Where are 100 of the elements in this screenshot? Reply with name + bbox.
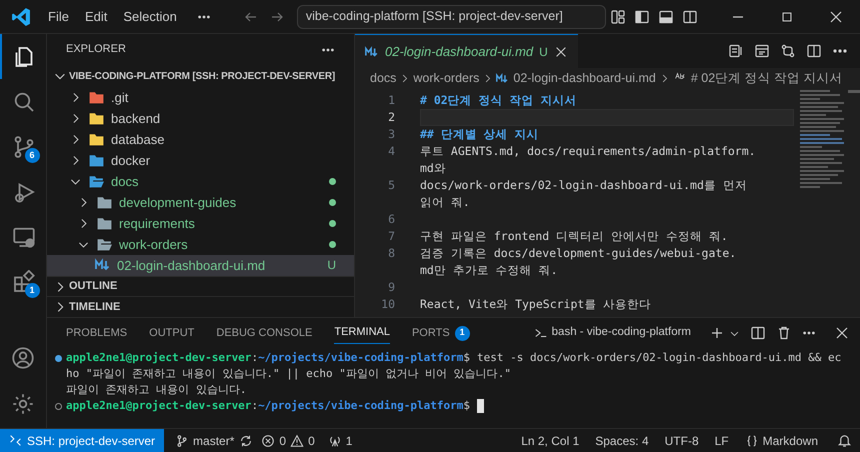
cursor-position[interactable]: Ln 2, Col 1: [516, 432, 584, 450]
scrollbar-thumb[interactable]: [848, 90, 860, 93]
count-badge: 1: [454, 326, 470, 340]
split-layout-icon[interactable]: [682, 8, 698, 24]
workspace-root-label[interactable]: VIBE-CODING-PLATFORM [SSH: PROJECT-DEV-SERVER]: [69, 68, 336, 84]
markdown-heading: # 02단계 정식 작업 지시서: [420, 92, 578, 109]
app-logo-icon: [10, 6, 32, 28]
open-preview-icon[interactable]: [754, 43, 770, 59]
panel-tab[interactable]: TERMINAL: [334, 322, 390, 344]
breadcrumb-item[interactable]: work-orders: [413, 68, 480, 88]
folder-name[interactable]: docs: [111, 172, 138, 192]
code-line: React, Vite와 TypeScript를 사용한다: [420, 296, 652, 313]
warning-icon: [290, 434, 304, 448]
compare-icon[interactable]: [780, 43, 796, 59]
line-number: 10: [380, 296, 396, 313]
markdown-file-icon: [365, 44, 379, 58]
terminal-command: ho "파일이 존재하고 내용이 있습니다." || echo "파일이 없거나 비어 있습니다.": [65, 366, 512, 382]
ports-indicator[interactable]: 1: [322, 432, 358, 450]
line-number: 4: [387, 143, 396, 160]
terminal-command: test -s docs/work-orders/02-login-dashboard-ui.md && ec: [477, 350, 842, 366]
menu-item[interactable]: Edit: [76, 4, 116, 28]
terminal-separator: :: [251, 398, 258, 414]
split-terminal-icon[interactable]: [750, 325, 766, 341]
menu-item[interactable]: Selection: [115, 4, 185, 28]
close-icon[interactable]: [554, 44, 568, 58]
line-number: 1: [387, 92, 396, 109]
extensions-icon[interactable]: [12, 270, 36, 294]
code-line: 검증 기록은 docs/development-guides/webui-gate.: [420, 245, 738, 262]
folder-name[interactable]: work-orders: [119, 234, 188, 254]
count-badge: 1: [24, 283, 40, 298]
remote-indicator[interactable]: SSH: project-dev-server: [0, 429, 164, 452]
panel-tab[interactable]: DEBUG CONSOLE: [216, 322, 312, 344]
terminal-icon: [534, 326, 548, 340]
sidebar-title: EXPLORER: [66, 42, 126, 58]
trash-icon[interactable]: [776, 325, 792, 341]
code-line: md만 추가로 수정해 줘.: [420, 262, 559, 279]
terminal-path: ~/projects/vibe-coding-platform: [258, 350, 464, 366]
line-number: 9: [387, 279, 396, 296]
terminal-separator: :: [251, 350, 258, 366]
problems-indicator[interactable]: 0 0: [253, 432, 323, 450]
terminal-name[interactable]: bash - vibe-coding-platform: [552, 324, 691, 342]
sidebar-toggle-icon[interactable]: [634, 8, 650, 24]
code-line: 구현 파일은 frontend 디렉터리 안에서만 수정해 줘.: [420, 228, 729, 245]
symbol-string-icon: [672, 71, 687, 81]
breadcrumb-item[interactable]: docs: [370, 68, 396, 88]
panel-tab[interactable]: OUTPUT: [149, 322, 194, 344]
panel-toggle-icon[interactable]: [658, 8, 674, 24]
folder-name[interactable]: .git: [111, 88, 128, 108]
breadcrumb-item[interactable]: # 02단계 정식 작업 지시서: [690, 68, 843, 88]
terminal-prompt-sign: $: [463, 398, 470, 414]
markdown-file-icon: [496, 72, 510, 84]
line-number: 6: [387, 211, 396, 228]
settings-icon[interactable]: [11, 392, 35, 416]
terminal-user-host: apple2ne1@project-dev-server: [66, 350, 252, 366]
maximize-icon[interactable]: [780, 10, 794, 24]
folder-name[interactable]: development-guides: [119, 192, 236, 212]
source-control-icon[interactable]: [12, 134, 36, 158]
encoding-indicator[interactable]: UTF-8: [660, 432, 704, 450]
section-header[interactable]: OUTLINE: [69, 278, 118, 295]
line-number: 3: [387, 126, 396, 143]
terminal-prompt-sign: $: [463, 350, 470, 366]
folder-name[interactable]: database: [111, 130, 164, 150]
folder-name[interactable]: docker: [111, 150, 150, 170]
menu-item[interactable]: File: [40, 4, 77, 28]
line-number: 5: [387, 177, 396, 194]
terminal-user-host: apple2ne1@project-dev-server: [66, 398, 252, 414]
layout-icon[interactable]: [610, 8, 626, 24]
editor-tab[interactable]: 02-login-dashboard-ui.md U: [355, 34, 578, 68]
breadcrumb-item[interactable]: 02-login-dashboard-ui.md: [513, 68, 656, 88]
preview-icon[interactable]: [728, 43, 744, 59]
section-header[interactable]: TIMELINE: [69, 298, 120, 316]
markdown-file-name[interactable]: 02-login-dashboard-ui.md: [117, 256, 266, 276]
split-editor-icon[interactable]: [806, 43, 822, 59]
branch-icon: [175, 434, 190, 448]
command-center-field[interactable]: vibe-coding-platform [SSH: project-dev-server]: [296, 4, 606, 28]
add-icon[interactable]: [709, 325, 725, 341]
terminal-path: ~/projects/vibe-coding-platform: [258, 398, 464, 414]
tab-label: 02-login-dashboard-ui.md: [385, 42, 534, 61]
sync-icon[interactable]: [239, 434, 254, 448]
line-ending-indicator[interactable]: LF: [710, 432, 734, 450]
indentation-indicator[interactable]: Spaces: 4: [590, 432, 654, 450]
account-icon[interactable]: [11, 346, 35, 370]
folder-name[interactable]: requirements: [119, 214, 195, 234]
remote-icon: [9, 434, 22, 447]
code-line: md와: [420, 160, 447, 177]
code-line: 읽어 줘.: [420, 194, 471, 211]
line-number: 8: [387, 245, 396, 262]
panel-tab[interactable]: PORTS 1: [412, 322, 470, 344]
branch-indicator[interactable]: master*: [170, 432, 240, 450]
terminal-output: 파일이 존재하고 내용이 있습니다.: [65, 382, 248, 398]
language-indicator[interactable]: Markdown: [740, 432, 823, 450]
close-icon[interactable]: [828, 8, 844, 24]
folder-name[interactable]: backend: [111, 108, 160, 128]
close-icon[interactable]: [834, 325, 850, 341]
git-status-letter: U: [327, 257, 336, 274]
git-status-letter: U: [539, 44, 548, 60]
bell-icon[interactable]: [837, 433, 852, 448]
code-line: docs/work-orders/02-login-dashboard-ui.md를 먼저: [420, 177, 748, 194]
error-icon: [261, 434, 276, 448]
panel-tab[interactable]: PROBLEMS: [66, 322, 128, 344]
